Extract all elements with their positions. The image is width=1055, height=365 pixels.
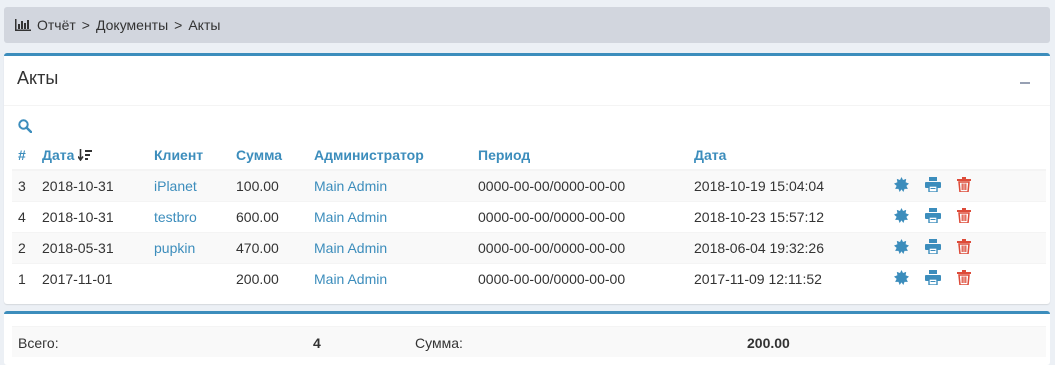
total-count-value: 4 (313, 335, 321, 351)
cell-created: 2018-10-19 15:04:04 (688, 169, 888, 202)
col-header-date-label: Дата (42, 146, 75, 163)
col-header-created[interactable]: Дата (688, 140, 888, 171)
cell-actions (888, 232, 1046, 264)
cell-id: 1 (12, 263, 36, 294)
cell-date: 2018-05-31 (36, 232, 148, 264)
acts-table: # Дата Клиент Сумма Администратор Период… (12, 140, 1046, 294)
cell-period: 0000-00-00/0000-00-00 (472, 263, 688, 294)
cell-sum: 470.00 (230, 232, 308, 264)
box-header: Акты (4, 56, 1050, 106)
cell-admin[interactable]: Main Admin (308, 263, 472, 294)
col-header-client[interactable]: Клиент (148, 140, 230, 171)
col-header-period[interactable]: Период (472, 140, 688, 171)
col-header-actions (888, 140, 1046, 171)
breadcrumb-separator: > (174, 17, 183, 33)
col-header-admin[interactable]: Администратор (308, 140, 472, 171)
cell-id: 4 (12, 201, 36, 233)
cell-actions (888, 263, 1046, 294)
cell-admin[interactable]: Main Admin (308, 201, 472, 233)
table-row: 1 2017-11-01 200.00 Main Admin 0000-00-00/00… (12, 263, 1046, 294)
cell-date: 2018-10-31 (36, 169, 148, 202)
breadcrumb-item-acts: Акты (188, 17, 221, 33)
cell-sum: 600.00 (230, 201, 308, 233)
cell-admin[interactable]: Main Admin (308, 232, 472, 264)
trash-icon[interactable] (957, 208, 971, 226)
gear-icon[interactable] (894, 208, 909, 226)
cell-date: 2018-10-31 (36, 201, 148, 233)
box-title: Акты (17, 68, 59, 88)
table-header-row: # Дата Клиент Сумма Администратор Период… (12, 140, 1046, 171)
col-header-date[interactable]: Дата (36, 140, 148, 171)
trash-icon[interactable] (957, 270, 971, 288)
total-sum-value: 200.00 (747, 335, 790, 351)
cell-created: 2017-11-09 12:11:52 (688, 263, 888, 294)
cell-sum: 200.00 (230, 263, 308, 294)
cell-actions (888, 201, 1046, 233)
total-sum-label: Сумма: (415, 335, 463, 351)
print-icon[interactable] (925, 239, 941, 257)
gear-icon[interactable] (894, 177, 909, 195)
cell-created: 2018-10-23 15:57:12 (688, 201, 888, 233)
cell-id: 2 (12, 232, 36, 264)
col-header-id: # (12, 140, 36, 171)
cell-date: 2017-11-01 (36, 263, 148, 294)
cell-client[interactable]: pupkin (148, 232, 230, 264)
bar-chart-icon (15, 19, 31, 31)
totals-row: Всего: 4 Сумма: 200.00 (12, 326, 1046, 357)
cell-id: 3 (12, 169, 36, 202)
search-icon[interactable] (18, 119, 33, 136)
cell-client[interactable] (148, 263, 230, 294)
gear-icon[interactable] (894, 239, 909, 257)
print-icon[interactable] (925, 270, 941, 288)
trash-icon[interactable] (957, 239, 971, 257)
acts-box: Акты # Дата Клиент Сумма Администратор П… (4, 53, 1050, 304)
table-row: 2 2018-05-31 pupkin 470.00 Main Admin 0000-00… (12, 232, 1046, 264)
print-icon[interactable] (925, 208, 941, 226)
cell-period: 0000-00-00/0000-00-00 (472, 169, 688, 202)
breadcrumb-item-documents[interactable]: Документы (96, 17, 168, 33)
cell-actions (888, 169, 1046, 202)
cell-admin[interactable]: Main Admin (308, 169, 472, 202)
table-row: 3 2018-10-31 iPlanet 100.00 Main Admin 0000-0… (12, 169, 1046, 202)
cell-client[interactable]: testbro (148, 201, 230, 233)
minus-icon[interactable] (1020, 82, 1030, 84)
trash-icon[interactable] (957, 177, 971, 195)
col-header-sum[interactable]: Сумма (230, 140, 308, 171)
breadcrumb: Отчёт > Документы > Акты (4, 7, 1050, 43)
breadcrumb-item-report[interactable]: Отчёт (37, 17, 76, 33)
sort-desc-icon (77, 147, 93, 163)
cell-sum: 100.00 (230, 169, 308, 202)
cell-period: 0000-00-00/0000-00-00 (472, 232, 688, 264)
total-count-label: Всего: (18, 335, 59, 351)
totals-box: Всего: 4 Сумма: 200.00 (4, 311, 1050, 365)
print-icon[interactable] (925, 177, 941, 195)
cell-client[interactable]: iPlanet (148, 169, 230, 202)
gear-icon[interactable] (894, 270, 909, 288)
breadcrumb-separator: > (81, 17, 90, 33)
cell-period: 0000-00-00/0000-00-00 (472, 201, 688, 233)
table-row: 4 2018-10-31 testbro 600.00 Main Admin 0000-0… (12, 201, 1046, 233)
cell-created: 2018-06-04 19:32:26 (688, 232, 888, 264)
